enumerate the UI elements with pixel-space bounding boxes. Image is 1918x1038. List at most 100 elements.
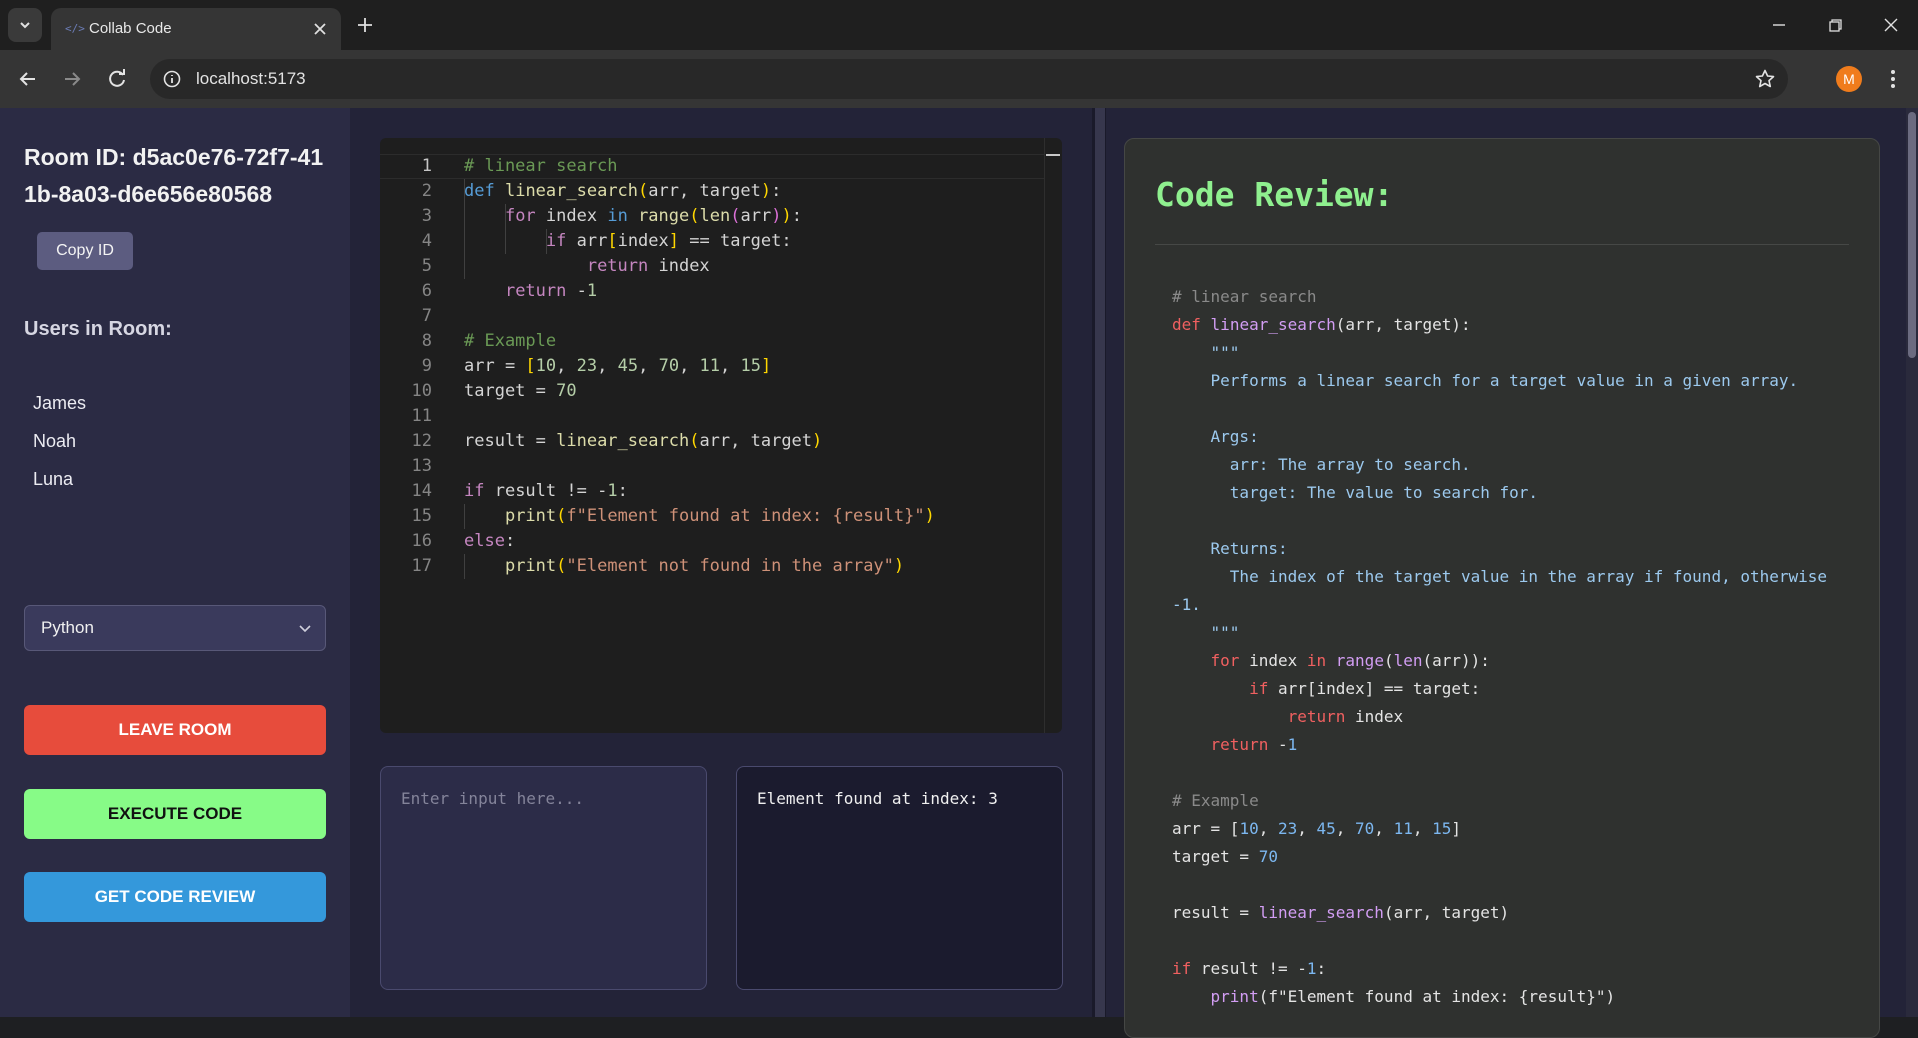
bookmark-star-icon[interactable] — [1754, 68, 1776, 90]
code-text: if arr[index] == target: — [545, 231, 792, 251]
code-review-panel: Code Review: # linear search def linear_s… — [1124, 138, 1880, 1038]
browser-toolbar: localhost:5173 M — [0, 50, 1918, 108]
review-code-line: """ — [1172, 623, 1240, 642]
users-heading: Users in Room: — [24, 318, 172, 340]
pane-resize-handle[interactable] — [1095, 108, 1105, 1017]
review-divider — [1155, 244, 1849, 245]
site-info-icon[interactable] — [162, 69, 182, 89]
code-text: def linear_search(arr, target): — [464, 181, 782, 201]
chevron-down-icon — [20, 22, 30, 29]
editor-line[interactable]: 13 — [380, 454, 1044, 479]
forward-arrow-icon[interactable] — [58, 65, 86, 93]
leave-room-button[interactable]: LEAVE ROOM — [24, 705, 326, 755]
get-code-review-button[interactable]: GET CODE REVIEW — [24, 872, 326, 922]
review-code-line: def linear_search(arr, target): — [1172, 315, 1471, 334]
user-list-item: Luna — [33, 469, 74, 489]
editor-line[interactable]: 4 if arr[index] == target: — [380, 229, 1044, 254]
review-code-line: print(f"Element found at index: {result}… — [1210, 987, 1616, 1006]
review-code-line: Args: — [1172, 427, 1259, 446]
editor-line[interactable]: 5 return index — [380, 254, 1044, 279]
editor-line[interactable]: 2 def linear_search(arr, target): — [380, 179, 1044, 204]
line-number: 9 — [421, 356, 432, 376]
tab-title: Collab Code — [89, 20, 172, 37]
new-tab-icon[interactable] — [352, 12, 378, 38]
minimap-divider — [1044, 138, 1045, 733]
browser-tab-bar: </> Collab Code — [0, 0, 1918, 50]
page-scrollbar[interactable] — [1906, 108, 1918, 1017]
scrollbar-thumb[interactable] — [1908, 112, 1916, 358]
code-text: result = linear_search(arr, target) — [464, 431, 823, 451]
review-code-line: for index in range(len(arr)): — [1210, 651, 1490, 670]
review-title: Code Review: — [1155, 175, 1394, 214]
review-code-line: Returns: — [1172, 539, 1288, 558]
browser-tab[interactable]: </> Collab Code — [51, 8, 341, 50]
review-code-line: -1. — [1172, 595, 1201, 614]
editor-line[interactable]: 12 result = linear_search(arr, target) — [380, 429, 1044, 454]
editor-line[interactable]: 15 print(f"Element found at index: {resu… — [380, 504, 1044, 529]
code-text: for index in range(len(arr)): — [504, 206, 802, 226]
editor-line[interactable]: 1 # linear search — [380, 154, 1044, 179]
review-code-line: result = linear_search(arr, target) — [1172, 903, 1510, 922]
line-number: 1 — [421, 156, 432, 176]
app-root: Room ID: d5ac0e76-72f7-411b-8a03-d6e656e… — [0, 108, 1918, 1038]
output-text: Element found at index: 3 — [757, 789, 998, 808]
restore-icon[interactable] — [1822, 12, 1848, 38]
editor-line[interactable]: 9 arr = [10, 23, 45, 70, 11, 15] — [380, 354, 1044, 379]
reload-icon[interactable] — [103, 65, 131, 93]
review-code-line: target = 70 — [1172, 847, 1278, 866]
close-window-icon[interactable] — [1878, 12, 1904, 38]
more-menu-icon[interactable] — [1880, 66, 1906, 92]
room-id-heading: Room ID: d5ac0e76-72f7-411b-8a03-d6e656e… — [24, 144, 324, 207]
code-text: target = 70 — [464, 381, 577, 401]
line-number: 4 — [421, 231, 432, 251]
code-text: return index — [586, 256, 710, 276]
review-code-line: if result != -1: — [1172, 959, 1327, 978]
back-arrow-icon[interactable] — [14, 65, 42, 93]
line-number: 2 — [421, 181, 432, 201]
stdin-placeholder: Enter input here... — [401, 789, 585, 808]
editor-line[interactable]: 6 return -1 — [380, 279, 1044, 304]
editor-line[interactable]: 7 — [380, 304, 1044, 329]
line-number: 7 — [421, 306, 432, 326]
review-code-line: target: The value to search for. — [1172, 483, 1539, 502]
code-editor[interactable]: 1 # linear search 2 def linear_search(arr, … — [380, 138, 1062, 733]
stdin-input[interactable]: Enter input here... — [380, 766, 707, 990]
editor-line[interactable]: 16 else: — [380, 529, 1044, 554]
tab-search-button[interactable] — [8, 8, 42, 42]
review-code-line: # linear search — [1172, 287, 1317, 306]
line-number: 16 — [411, 531, 432, 551]
user-list-item: Noah — [33, 431, 77, 451]
minimize-icon[interactable] — [1766, 12, 1792, 38]
editor-line[interactable]: 10 target = 70 — [380, 379, 1044, 404]
editor-line[interactable]: 8 # Example — [380, 329, 1044, 354]
minimap-slider[interactable] — [1046, 154, 1060, 156]
output-panel: Element found at index: 3 — [736, 766, 1063, 990]
editor-line[interactable]: 14 if result != -1: — [380, 479, 1044, 504]
execute-code-button[interactable]: EXECUTE CODE — [24, 789, 326, 839]
review-code-line: arr = [10, 23, 45, 70, 11, 15] — [1172, 819, 1461, 838]
code-text: print(f"Element found at index: {result}… — [504, 506, 935, 526]
editor-line[interactable]: 3 for index in range(len(arr)): — [380, 204, 1044, 229]
chevron-down-icon — [299, 625, 311, 633]
code-text: else: — [464, 531, 516, 551]
url-text: localhost:5173 — [196, 69, 306, 88]
review-code-line: The index of the target value in the arr… — [1172, 567, 1828, 586]
language-value: Python — [41, 618, 94, 637]
code-text: return -1 — [504, 281, 598, 301]
line-number: 12 — [411, 431, 432, 451]
line-number: 11 — [411, 406, 432, 426]
review-code-line: """ — [1172, 343, 1240, 362]
profile-avatar[interactable]: M — [1836, 66, 1862, 92]
line-number: 15 — [411, 506, 432, 526]
address-bar[interactable]: localhost:5173 — [150, 59, 1788, 99]
language-select[interactable]: Python — [24, 605, 326, 651]
line-number: 17 — [411, 556, 432, 576]
copy-id-button[interactable]: Copy ID — [37, 232, 133, 270]
line-number: 10 — [411, 381, 432, 401]
editor-line[interactable]: 17 print("Element not found in the array… — [380, 554, 1044, 579]
user-list: James Noah Luna — [33, 392, 86, 506]
editor-line[interactable]: 11 — [380, 404, 1044, 429]
review-code-line: return -1 — [1210, 735, 1298, 754]
review-code-line: Performs a linear search for a target va… — [1172, 371, 1799, 390]
close-tab-icon[interactable] — [311, 20, 329, 38]
